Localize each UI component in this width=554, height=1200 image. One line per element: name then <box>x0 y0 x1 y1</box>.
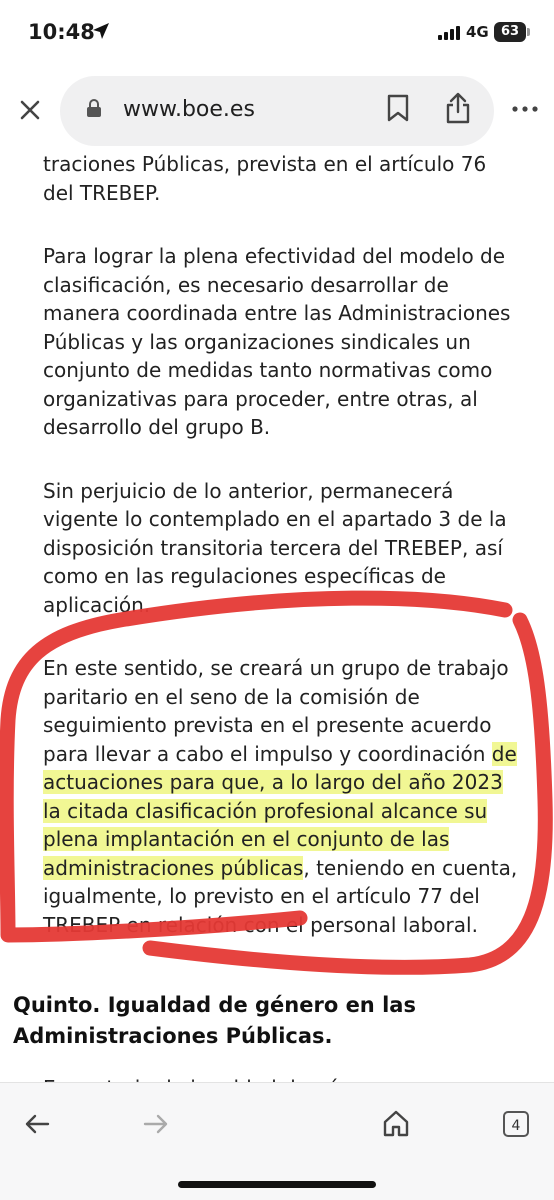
article-body: traciones Públicas, prevista en el artíc… <box>43 150 523 974</box>
network-type: 4G <box>466 23 489 41</box>
back-arrow-icon[interactable] <box>24 1113 50 1135</box>
more-options-icon[interactable] <box>512 106 538 112</box>
tab-count-button[interactable]: 4 <box>503 1111 529 1137</box>
close-icon[interactable] <box>16 96 44 124</box>
home-icon[interactable] <box>382 1109 410 1137</box>
paragraph-2: Para lograr la plena efectividad del mod… <box>43 244 511 439</box>
paragraph-4-start: En este sentido, se creará un grupo de t… <box>43 656 509 766</box>
battery-tip <box>527 28 530 36</box>
paragraph-1: traciones Públicas, prevista en el artíc… <box>43 152 487 205</box>
forward-arrow-icon[interactable] <box>143 1113 169 1135</box>
share-icon[interactable] <box>444 92 472 124</box>
battery-icon: 63 <box>494 22 526 42</box>
location-arrow-icon <box>93 23 109 39</box>
home-indicator <box>178 1181 376 1188</box>
clock: 10:48 <box>28 20 95 44</box>
section-heading: Quinto. Igualdad de género en las Admini… <box>13 993 416 1048</box>
signal-icon <box>438 26 460 40</box>
paragraph-4: En este sentido, se creará un grupo de t… <box>43 654 523 939</box>
url-text[interactable]: www.boe.es <box>123 97 255 122</box>
address-bar-area: www.boe.es <box>0 72 554 152</box>
paragraph-3: Sin perjuicio de lo anterior, permanecer… <box>43 478 507 617</box>
lock-icon <box>87 99 101 117</box>
status-bar: 10:48 4G 63 <box>0 0 554 62</box>
bookmark-icon[interactable] <box>386 94 410 122</box>
